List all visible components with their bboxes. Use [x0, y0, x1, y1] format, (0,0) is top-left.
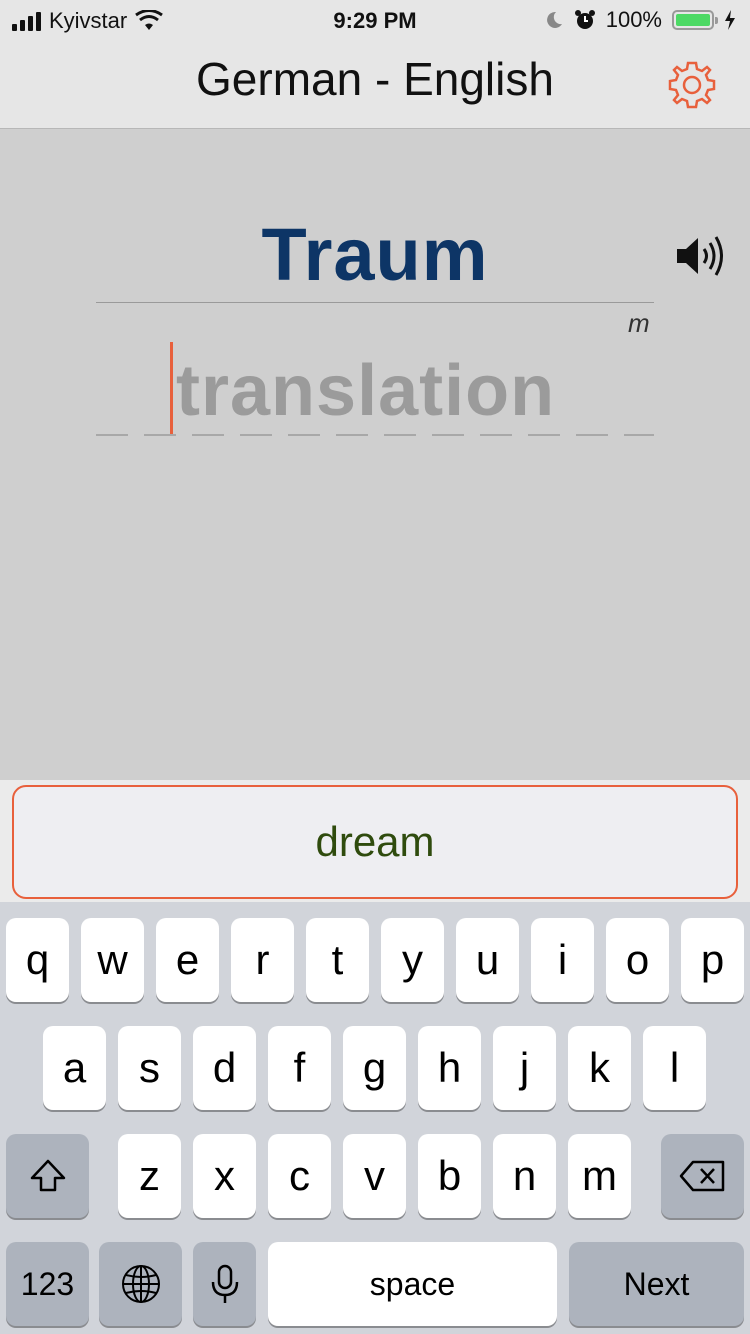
key-p[interactable]: p [681, 918, 744, 1002]
key-i[interactable]: i [531, 918, 594, 1002]
key-x[interactable]: x [193, 1134, 256, 1218]
status-right: 100% [544, 7, 736, 33]
gear-icon[interactable] [666, 59, 718, 111]
key-l[interactable]: l [643, 1026, 706, 1110]
key-d[interactable]: d [193, 1026, 256, 1110]
page-title: German - English [196, 53, 554, 105]
microphone-icon [211, 1264, 238, 1303]
key-o[interactable]: o [606, 918, 669, 1002]
key-f[interactable]: f [268, 1026, 331, 1110]
status-bar: Kyivstar 9:29 PM 100% [0, 0, 750, 40]
key-a[interactable]: a [43, 1026, 106, 1110]
key-n[interactable]: n [493, 1134, 556, 1218]
globe-key[interactable] [99, 1242, 182, 1326]
next-key[interactable]: Next [569, 1242, 744, 1326]
answer-input[interactable]: translation [96, 340, 654, 440]
key-c[interactable]: c [268, 1134, 331, 1218]
key-w[interactable]: w [81, 918, 144, 1002]
battery-percent: 100% [605, 7, 662, 32]
nav-bar: German - English [0, 40, 750, 129]
word-underline [96, 302, 654, 303]
keyboard: q w e r t y u i o p a s d f g h j k l z … [0, 902, 750, 1334]
speaker-icon[interactable] [674, 232, 730, 280]
key-y[interactable]: y [381, 918, 444, 1002]
shift-icon [30, 1159, 65, 1192]
shift-key[interactable] [6, 1134, 89, 1218]
key-t[interactable]: t [306, 918, 369, 1002]
key-j[interactable]: j [493, 1026, 556, 1110]
key-u[interactable]: u [456, 918, 519, 1002]
answer-dashed-line [96, 434, 654, 436]
key-h[interactable]: h [418, 1026, 481, 1110]
moon-icon [546, 11, 562, 28]
key-m[interactable]: m [568, 1134, 631, 1218]
suggestion-button[interactable]: dream [12, 785, 738, 899]
key-q[interactable]: q [6, 918, 69, 1002]
key-b[interactable]: b [418, 1134, 481, 1218]
key-s[interactable]: s [118, 1026, 181, 1110]
numbers-key[interactable]: 123 [6, 1242, 89, 1326]
space-key[interactable]: space [268, 1242, 557, 1326]
backspace-key[interactable] [661, 1134, 744, 1218]
key-k[interactable]: k [568, 1026, 631, 1110]
key-v[interactable]: v [343, 1134, 406, 1218]
dictation-key[interactable] [193, 1242, 256, 1326]
key-r[interactable]: r [231, 918, 294, 1002]
suggestion-label: dream [315, 818, 435, 865]
charging-bolt-icon [725, 10, 735, 30]
backspace-icon [679, 1160, 724, 1192]
globe-icon [121, 1265, 160, 1303]
key-g[interactable]: g [343, 1026, 406, 1110]
text-caret [170, 342, 173, 434]
german-word: Traum [261, 213, 489, 296]
key-e[interactable]: e [156, 918, 219, 1002]
alarm-icon [574, 10, 595, 29]
gender-label: m [628, 308, 650, 338]
answer-placeholder: translation [176, 351, 556, 431]
battery-icon [672, 10, 718, 30]
key-z[interactable]: z [118, 1134, 181, 1218]
